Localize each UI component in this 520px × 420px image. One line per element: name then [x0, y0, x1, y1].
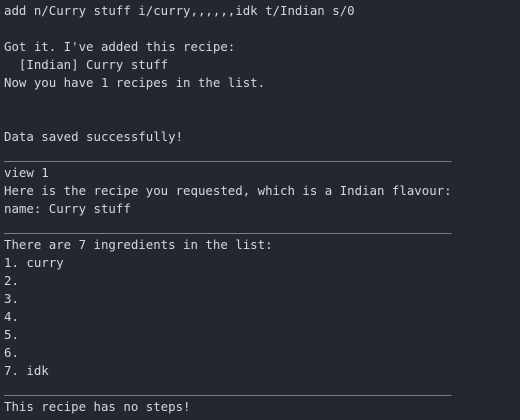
ingredient-list-item: 2. — [4, 273, 19, 288]
recipe-requested-message: Here is the recipe you requested, which … — [4, 183, 452, 198]
recipe-count-message: Now you have 1 recipes in the list. — [4, 75, 266, 90]
ingredient-list-item: 7. idk — [4, 363, 49, 378]
terminal-output: add n/Curry stuff i/curry,,,,,,idk t/Ind… — [0, 0, 520, 420]
command-input-line: add n/Curry stuff i/curry,,,,,,idk t/Ind… — [4, 3, 355, 18]
ingredient-list-item: 5. — [4, 327, 19, 342]
no-steps-message: This recipe has no steps! — [4, 399, 191, 414]
added-recipe-name: [Indian] Curry stuff — [4, 57, 169, 72]
data-saved-message: Data saved successfully! — [4, 129, 184, 144]
view-command-line: view 1 — [4, 165, 49, 180]
ingredient-list-item: 4. — [4, 309, 19, 324]
separator-line: ________________________________________… — [4, 147, 452, 162]
ingredient-list-item: 1. curry — [4, 255, 64, 270]
separator-line: ________________________________________… — [4, 381, 452, 396]
ingredient-list-item: 6. — [4, 345, 19, 360]
added-recipe-message: Got it. I've added this recipe: — [4, 39, 236, 54]
recipe-name-line: name: Curry stuff — [4, 201, 131, 216]
separator-line: ________________________________________… — [4, 219, 452, 234]
ingredient-list-item: 3. — [4, 291, 19, 306]
ingredient-count-message: There are 7 ingredients in the list: — [4, 237, 273, 252]
